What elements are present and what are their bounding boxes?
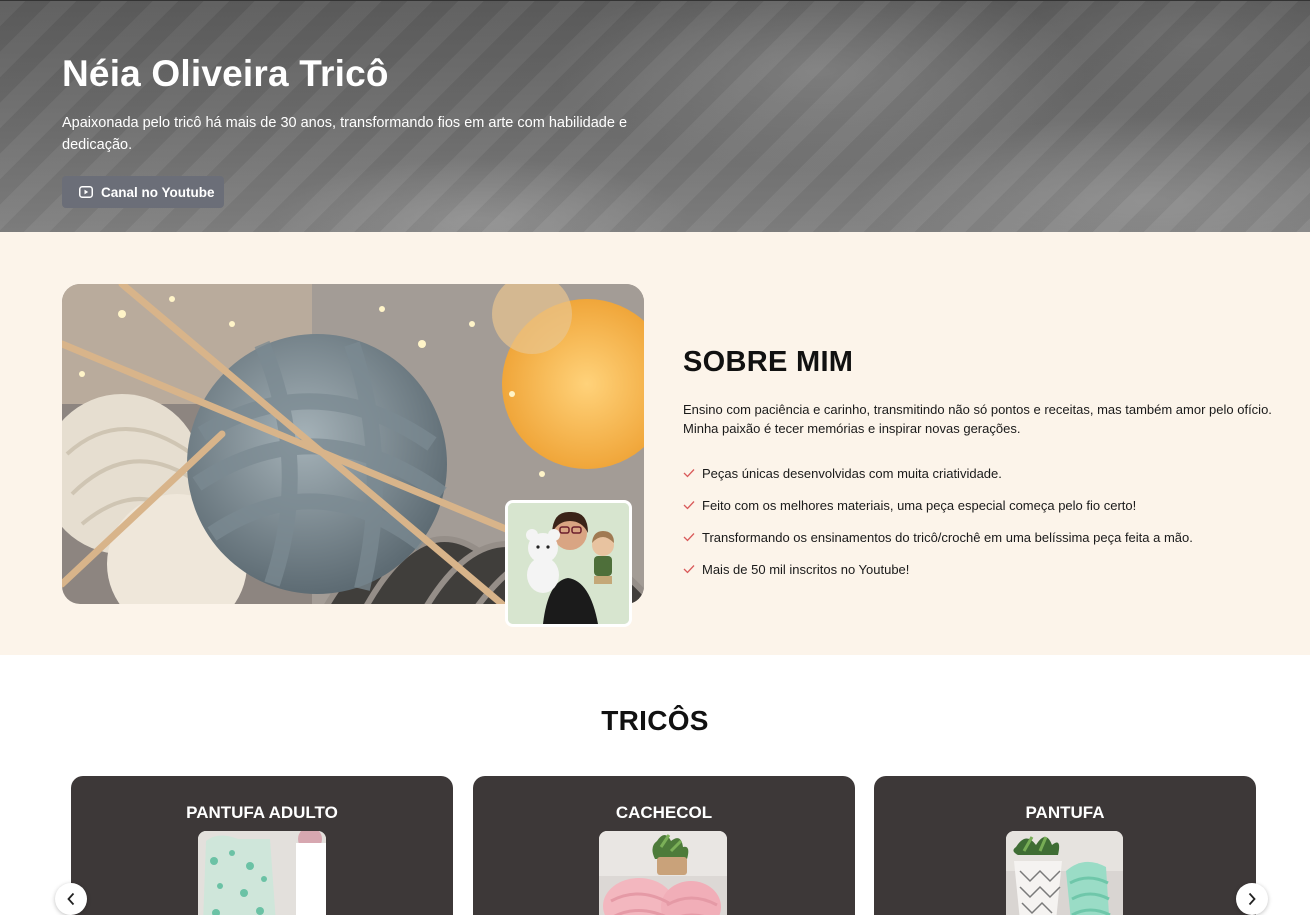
list-item: Transformando os ensinamentos do tricô/c… [683, 521, 1193, 553]
list-item-text: Mais de 50 mil inscritos no Youtube! [702, 561, 910, 577]
about-heading: SOBRE MIM [683, 346, 854, 378]
list-item-text: Peças únicas desenvolvidas com muita cri… [702, 465, 1002, 481]
product-card-title: PANTUFA ADULTO [186, 803, 338, 822]
product-image [599, 831, 727, 915]
hero-subtitle: Apaixonada pelo tricô há mais de 30 anos… [62, 115, 628, 153]
chevron-right-icon [1247, 892, 1257, 906]
product-image [198, 831, 326, 915]
hero-title: Néia Oliveira Tricô [62, 53, 389, 94]
product-card-cachecol[interactable]: CACHECOL [473, 776, 855, 915]
list-item-text: Feito com os melhores materiais, uma peç… [702, 497, 1137, 513]
product-card-title: PANTUFA [1025, 803, 1105, 822]
about-highlights: Peças únicas desenvolvidas com muita cri… [683, 457, 1193, 585]
carousel-next-button[interactable] [1236, 883, 1268, 915]
about-description: Ensino com paciência e carinho, transmit… [683, 402, 1272, 436]
youtube-button-label: Canal no Youtube [101, 184, 215, 200]
product-image [1006, 831, 1123, 915]
carousel-prev-button[interactable] [55, 883, 87, 915]
check-icon [683, 564, 702, 574]
list-item: Mais de 50 mil inscritos no Youtube! [683, 553, 1193, 585]
about-section: SOBRE MIM Ensino com paciência e carinho… [0, 232, 1310, 655]
product-card-pantufa[interactable]: PANTUFA [874, 776, 1256, 915]
check-icon [683, 532, 702, 542]
product-card-pantufa-adulto[interactable]: PANTUFA ADULTO [71, 776, 453, 915]
check-icon [683, 468, 702, 478]
product-card-title: CACHECOL [615, 803, 713, 822]
chevron-left-icon [66, 892, 76, 906]
list-item: Feito com os melhores materiais, uma peç… [683, 489, 1193, 521]
hero-banner: Néia Oliveira Tricô Apaixonada pelo tric… [0, 0, 1310, 232]
list-item: Peças únicas desenvolvidas com muita cri… [683, 457, 1193, 489]
products-section-title: TRICÔS [601, 705, 709, 736]
list-item-text: Transformando os ensinamentos do tricô/c… [702, 529, 1193, 545]
check-icon [683, 500, 702, 510]
profile-photo [505, 500, 632, 627]
play-icon [79, 186, 93, 198]
youtube-channel-button[interactable]: Canal no Youtube [62, 176, 224, 208]
